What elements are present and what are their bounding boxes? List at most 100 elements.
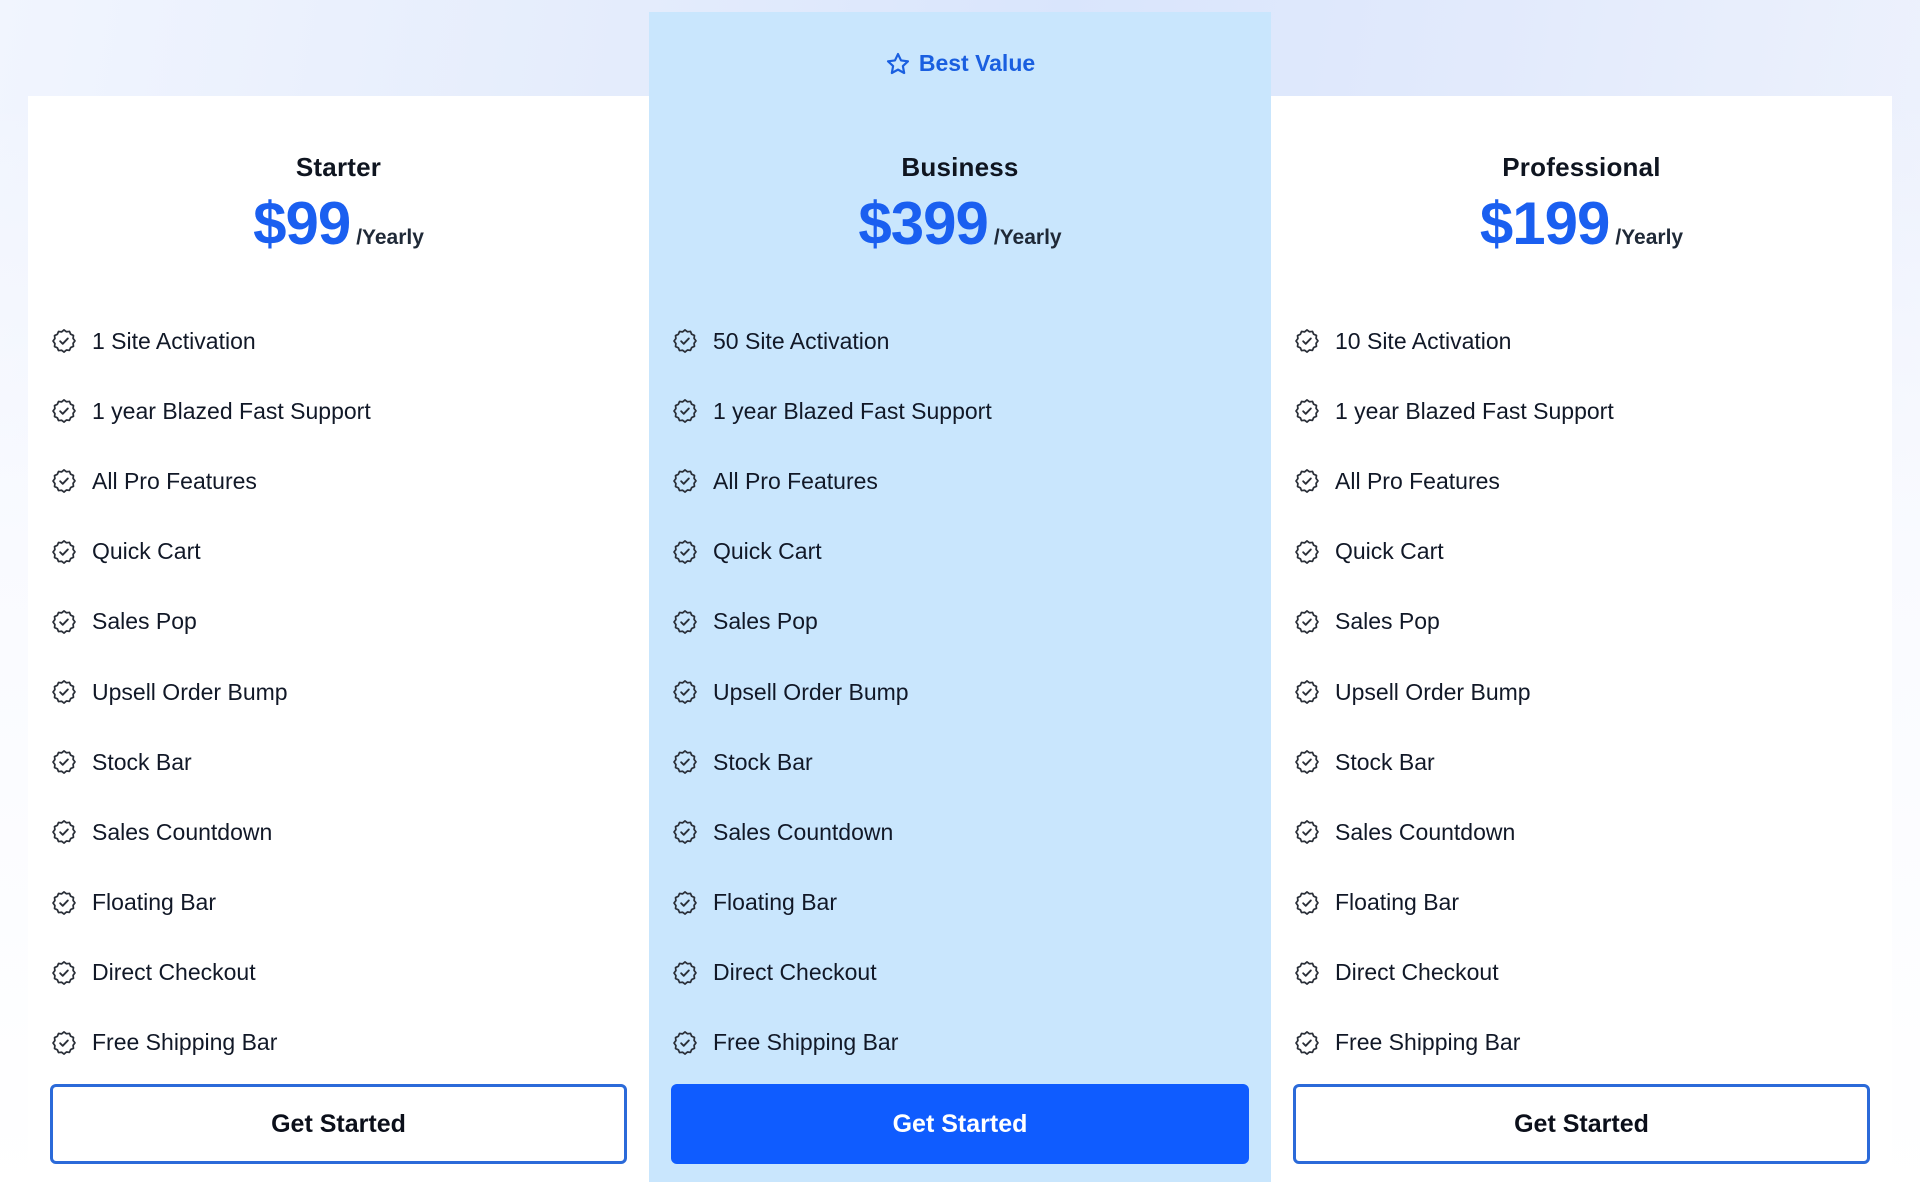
- badge-check-icon: [52, 609, 76, 634]
- feature-label: Sales Pop: [92, 608, 197, 635]
- feature-label: 10 Site Activation: [1335, 327, 1512, 354]
- badge-check-icon: [1295, 329, 1319, 354]
- feature-item: Sales Countdown: [1293, 797, 1870, 867]
- feature-label: Quick Cart: [92, 538, 201, 565]
- feature-item: Quick Cart: [50, 517, 627, 587]
- badge-check-icon: [52, 399, 76, 424]
- feature-label: All Pro Features: [1335, 467, 1500, 494]
- feature-item: Quick Cart: [671, 517, 1249, 587]
- feature-label: Stock Bar: [1335, 748, 1435, 775]
- feature-label: Stock Bar: [713, 748, 813, 775]
- badge-check-icon: [673, 329, 697, 354]
- badge-check-icon: [673, 469, 697, 494]
- feature-label: 50 Site Activation: [713, 327, 890, 354]
- badge-check-icon: [52, 820, 76, 845]
- badge-check-icon: [52, 469, 76, 494]
- plan-period: /Yearly: [993, 226, 1062, 249]
- feature-item: Direct Checkout: [671, 938, 1249, 1008]
- feature-label: Floating Bar: [1335, 889, 1460, 916]
- feature-item: Floating Bar: [1293, 868, 1870, 938]
- feature-item: Sales Pop: [671, 587, 1249, 657]
- feature-item: Stock Bar: [1293, 727, 1870, 797]
- badge-check-icon: [673, 1031, 697, 1055]
- feature-label: Direct Checkout: [92, 959, 256, 986]
- best-value-badge: Best Value: [649, 50, 1271, 77]
- feature-label: Free Shipping Bar: [713, 1029, 899, 1056]
- feature-item: Free Shipping Bar: [50, 1008, 627, 1078]
- plan-header: Professional $199 /Yearly: [1271, 152, 1892, 258]
- feature-item: Direct Checkout: [50, 938, 627, 1008]
- price-row: $99 /Yearly: [28, 189, 649, 258]
- badge-check-icon: [52, 890, 76, 915]
- feature-item: All Pro Features: [1293, 446, 1870, 516]
- badge-check-icon: [52, 329, 76, 354]
- feature-item: Quick Cart: [1293, 517, 1870, 587]
- get-started-button-professional[interactable]: Get Started: [1293, 1084, 1870, 1164]
- feature-label: Sales Pop: [1335, 608, 1440, 635]
- feature-item: 50 Site Activation: [671, 306, 1249, 376]
- badge-check-icon: [673, 399, 697, 424]
- feature-item: All Pro Features: [50, 446, 627, 516]
- get-started-button-business[interactable]: Get Started: [671, 1084, 1249, 1164]
- feature-label: Stock Bar: [92, 748, 192, 775]
- feature-label: All Pro Features: [92, 467, 257, 494]
- feature-item: Sales Countdown: [50, 797, 627, 867]
- feature-item: 10 Site Activation: [1293, 306, 1870, 376]
- feature-item: Free Shipping Bar: [1293, 1008, 1870, 1078]
- badge-check-icon: [52, 1031, 76, 1055]
- plan-period: /Yearly: [1615, 226, 1684, 249]
- feature-item: Floating Bar: [671, 868, 1249, 938]
- feature-label: Sales Countdown: [92, 818, 273, 845]
- best-value-label: Best Value: [918, 50, 1036, 76]
- feature-label: Upsell Order Bump: [713, 678, 909, 705]
- feature-item: 1 year Blazed Fast Support: [671, 376, 1249, 446]
- feature-item: 1 year Blazed Fast Support: [50, 376, 627, 446]
- feature-label: All Pro Features: [713, 467, 878, 494]
- badge-check-icon: [1295, 890, 1319, 915]
- plan-name: Business: [901, 152, 1019, 182]
- feature-label: Floating Bar: [713, 889, 838, 916]
- feature-list: 50 Site Activation 1 year Blazed Fast Sup…: [671, 306, 1249, 1078]
- plan-header: Business $399 /Yearly: [649, 152, 1271, 258]
- feature-item: 1 Site Activation: [50, 306, 627, 376]
- plan-price: $99: [253, 190, 351, 257]
- badge-check-icon: [52, 960, 76, 985]
- badge-check-icon: [1295, 1031, 1319, 1055]
- feature-item: Sales Countdown: [671, 797, 1249, 867]
- badge-check-icon: [52, 680, 76, 704]
- feature-label: Free Shipping Bar: [1335, 1029, 1521, 1056]
- badge-check-icon: [1295, 609, 1319, 634]
- badge-check-icon: [673, 680, 697, 704]
- feature-label: Floating Bar: [92, 889, 217, 916]
- feature-label: Sales Countdown: [713, 818, 894, 845]
- badge-check-icon: [1295, 960, 1319, 985]
- feature-item: Stock Bar: [671, 727, 1249, 797]
- feature-label: Direct Checkout: [713, 959, 877, 986]
- plan-period: /Yearly: [356, 226, 424, 249]
- plan-price: $199: [1479, 190, 1610, 257]
- price-row: $399 /Yearly: [649, 189, 1271, 258]
- get-started-button-starter[interactable]: Get Started: [50, 1084, 627, 1164]
- badge-check-icon: [1295, 750, 1319, 775]
- badge-check-icon: [1295, 680, 1319, 704]
- feature-item: Upsell Order Bump: [50, 657, 627, 727]
- feature-item: Upsell Order Bump: [671, 657, 1249, 727]
- feature-item: 1 year Blazed Fast Support: [1293, 376, 1870, 446]
- feature-item: Upsell Order Bump: [1293, 657, 1870, 727]
- feature-label: Upsell Order Bump: [1335, 678, 1531, 705]
- plan-card-business: Best Value Business $399 /Yearly 50 Site…: [649, 12, 1271, 1182]
- badge-check-icon: [1295, 399, 1319, 424]
- feature-label: 1 year Blazed Fast Support: [92, 397, 371, 424]
- badge-check-icon: [673, 820, 697, 845]
- feature-label: 1 Site Activation: [92, 327, 256, 354]
- feature-item: All Pro Features: [671, 446, 1249, 516]
- star-icon: [886, 52, 909, 74]
- badge-check-icon: [52, 750, 76, 775]
- plan-name: Starter: [295, 152, 382, 182]
- badge-check-icon: [1295, 469, 1319, 494]
- pricing-cards: Starter $99 /Yearly 1 Site Activation 1 y…: [28, 12, 1892, 1186]
- feature-label: Quick Cart: [713, 538, 822, 565]
- badge-check-icon: [673, 609, 697, 634]
- feature-item: Direct Checkout: [1293, 938, 1870, 1008]
- feature-label: 1 year Blazed Fast Support: [1335, 397, 1614, 424]
